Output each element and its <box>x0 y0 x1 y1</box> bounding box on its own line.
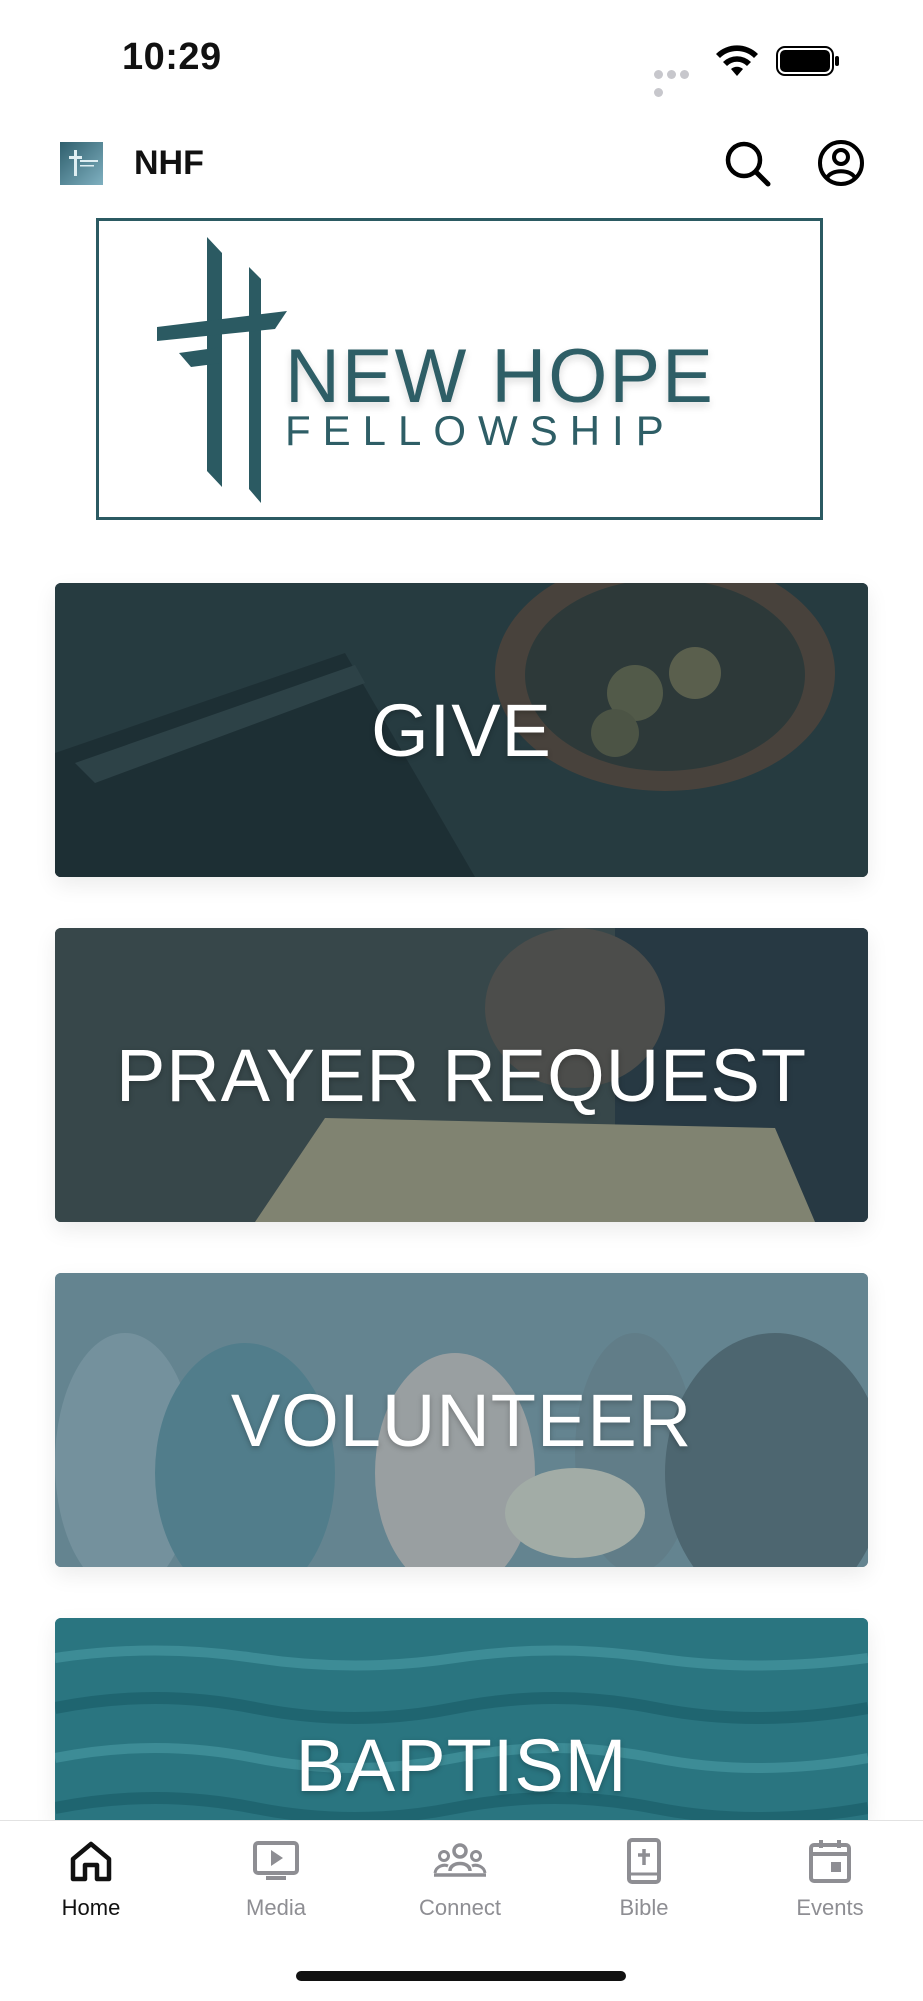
tab-connect[interactable]: Connect <box>390 1837 530 1937</box>
wifi-icon <box>716 45 758 76</box>
app-logo-thumbnail <box>60 142 103 185</box>
calendar-icon <box>809 1840 851 1883</box>
banner-subtitle: FELLOWSHIP <box>285 407 676 454</box>
people-icon <box>433 1843 487 1877</box>
volunteer-card[interactable]: VOLUNTEER <box>55 1273 868 1567</box>
baptism-card[interactable]: BAPTISM <box>55 1618 868 1820</box>
cross-logo-icon <box>157 237 287 503</box>
search-button[interactable] <box>720 136 774 190</box>
tab-connect-label: Connect <box>419 1895 501 1920</box>
give-card-label: GIVE <box>371 688 552 772</box>
tab-media[interactable]: Media <box>206 1837 346 1937</box>
app-title: NHF <box>134 144 204 182</box>
tab-media-label: Media <box>246 1895 306 1920</box>
battery-icon <box>776 46 839 76</box>
tab-events-label: Events <box>796 1895 864 1920</box>
tab-events[interactable]: Events <box>760 1837 900 1937</box>
app-header: NHF <box>0 120 923 204</box>
cellular-signal-icon <box>654 66 704 97</box>
prayer-request-card[interactable]: PRAYER REQUEST <box>55 928 868 1222</box>
church-logo-banner: NEW HOPE FELLOWSHIP <box>96 218 823 520</box>
account-button[interactable] <box>814 136 868 190</box>
bible-icon <box>627 1838 661 1884</box>
user-circle-icon <box>818 140 864 186</box>
tab-home-label: Home <box>61 1895 121 1920</box>
status-time: 10:29 <box>122 36 222 78</box>
tab-bible[interactable]: Bible <box>574 1837 714 1937</box>
media-icon <box>253 1841 299 1880</box>
tab-home[interactable]: Home <box>21 1837 161 1937</box>
volunteer-card-label: VOLUNTEER <box>230 1378 693 1462</box>
baptism-card-label: BAPTISM <box>295 1723 628 1807</box>
logo-icon <box>69 150 98 176</box>
give-card[interactable]: GIVE <box>55 583 868 877</box>
tab-bible-label: Bible <box>619 1895 669 1920</box>
status-bar: 10:29 <box>0 0 923 110</box>
home-indicator <box>296 1971 626 1981</box>
prayer-request-card-label: PRAYER REQUEST <box>115 1033 808 1117</box>
search-icon <box>725 141 771 187</box>
home-icon <box>70 1841 112 1882</box>
